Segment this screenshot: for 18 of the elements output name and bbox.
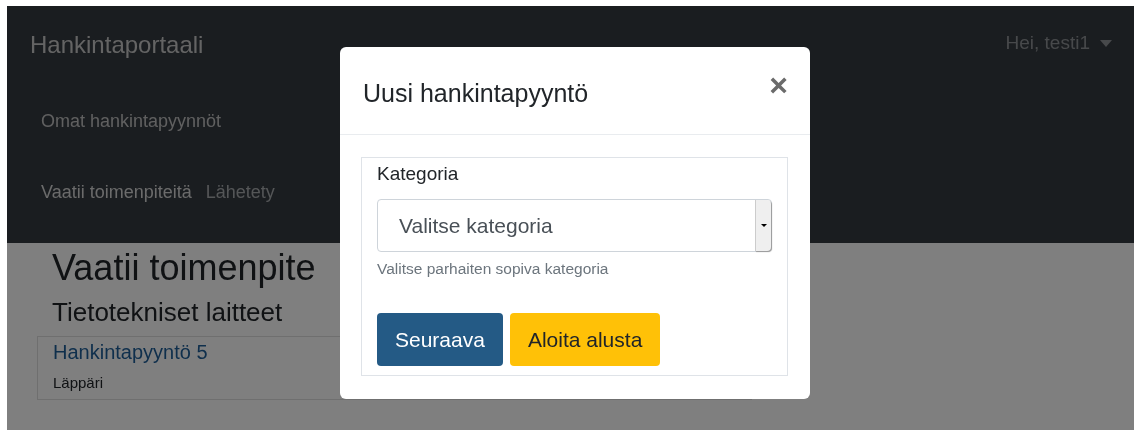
nav-tab[interactable]: Lähetety <box>205 182 275 203</box>
next-button[interactable]: Seuraava <box>377 313 503 366</box>
caret-icon <box>1100 39 1112 47</box>
page-heading: Vaatii toimenpite <box>52 247 316 289</box>
nav-tab[interactable]: Vaatii toimenpiteitä <box>41 182 192 203</box>
section-heading: Tietotekniset laitteet <box>52 297 283 328</box>
nav-link[interactable]: Omat hankintapyynnöt <box>41 111 222 132</box>
request-link[interactable]: Hankintapyyntö 5 <box>53 341 208 364</box>
close-button[interactable]: × <box>769 68 788 101</box>
restart-button[interactable]: Aloita alusta <box>509 313 661 366</box>
modal-title: Uusi hankintapyyntö <box>363 79 589 108</box>
brand-link[interactable]: Hankintaportaali <box>30 31 204 59</box>
dropdown-button[interactable] <box>755 200 771 251</box>
caret-icon <box>760 224 767 227</box>
category-select[interactable]: Valitse kategoria <box>377 199 772 252</box>
field-hint: Valitse parhaiten sopiva kategoria <box>377 260 609 278</box>
field-label: Kategoria <box>377 163 459 185</box>
request-description: Läppäri <box>53 374 104 391</box>
